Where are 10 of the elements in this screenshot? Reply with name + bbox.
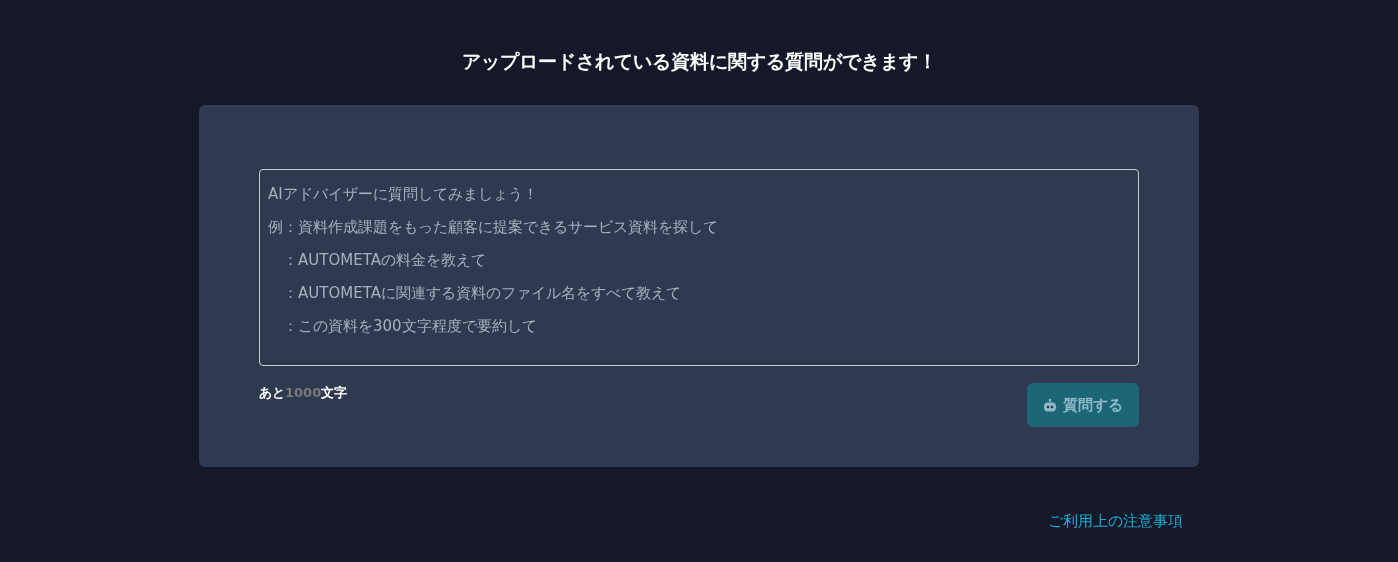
robot-icon bbox=[1043, 398, 1057, 412]
placeholder-text: ：この資料を300文字程度で要約して bbox=[282, 316, 537, 337]
placeholder-text: 例：資料作成課題をもった顧客に提案できるサービス資料を探して bbox=[268, 217, 718, 238]
usage-notes-link[interactable]: ご利用上の注意事項 bbox=[1048, 510, 1183, 533]
placeholder-text: ：AUTOMETAに関連する資料のファイル名をすべて教えて bbox=[282, 283, 681, 304]
placeholder-text: ：AUTOMETAの料金を教えて bbox=[282, 250, 486, 271]
character-counter: あと 1000文字 bbox=[259, 384, 348, 402]
page-heading: アップロードされている資料に関する質問ができます！ bbox=[461, 49, 937, 74]
placeholder-text: AIアドバイザーに質問してみましょう！ bbox=[268, 184, 538, 205]
question-field[interactable]: AIアドバイザーに質問してみましょう！ 例：資料作成課題をもった顧客に提案できるサービス資料を探して ：AUTOMETAの料金を教えて ：AUTOMETAに関連する資料のファイル名をすべて教えて ：この資料を300文字程度で要約して bbox=[259, 169, 1139, 366]
